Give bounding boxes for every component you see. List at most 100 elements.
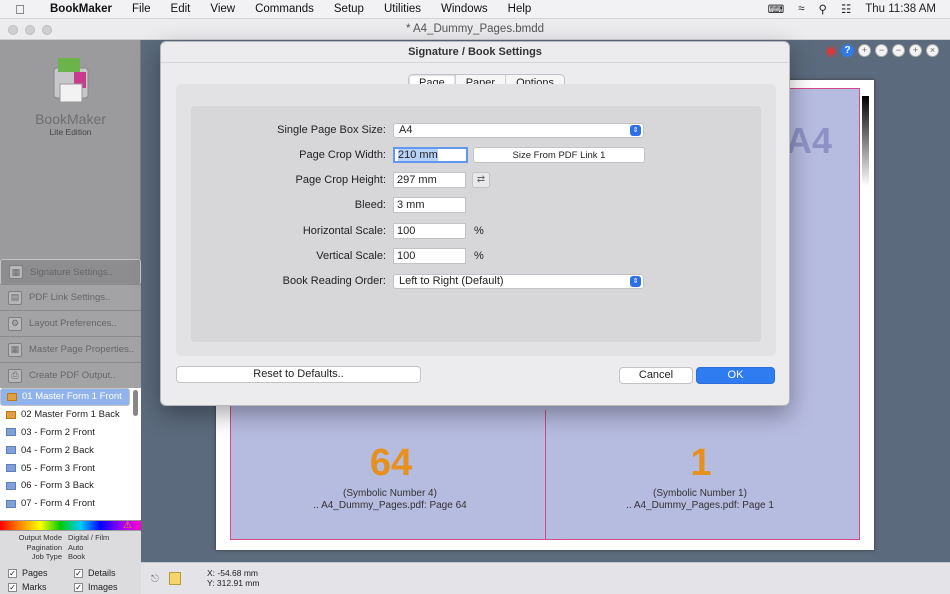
signature-settings-dialog: Signature / Book Settings Page Paper Opt… <box>160 41 790 406</box>
menu-help[interactable]: Help <box>498 3 542 15</box>
close-window-button[interactable] <box>8 25 18 35</box>
page-box-label: Single Page Box Size: <box>277 124 386 136</box>
wifi-icon[interactable]: ≈ <box>798 3 804 15</box>
menu-file[interactable]: File <box>122 3 161 15</box>
master-page-icon <box>6 410 16 419</box>
crop-height-label: Page Crop Height: <box>295 174 387 186</box>
list-item[interactable]: 02 Master Form 1 Back <box>0 406 130 424</box>
zoom-in-icon[interactable]: + <box>858 43 871 57</box>
reading-order-select[interactable]: Left to Right (Default) ⇕ <box>393 273 644 289</box>
source-left: .. A4_Dummy_Pages.pdf: Page 64 <box>313 500 467 511</box>
ok-button[interactable]: OK <box>696 367 775 384</box>
sidebar: BookMaker Lite Edition ▦ Signature Settin… <box>0 40 141 594</box>
nav-create-pdf-output[interactable]: ⎙ Create PDF Output.. <box>0 363 141 389</box>
bleed-label: Bleed: <box>354 199 386 211</box>
control-center-icon[interactable]: ☷ <box>841 2 851 16</box>
printer-icon: ⎙ <box>8 368 22 383</box>
nav-pdf-link-settings[interactable]: ▤ PDF Link Settings.. <box>0 285 141 311</box>
color-bar <box>0 521 141 530</box>
source-right: .. A4_Dummy_Pages.pdf: Page 1 <box>626 500 774 511</box>
master-page-icon: ▦ <box>8 342 22 357</box>
signature-icon: ▦ <box>9 265 23 279</box>
vertical-scale-input[interactable]: 100 <box>393 248 466 264</box>
master-page-icon <box>7 392 17 401</box>
percent-unit: % <box>474 225 484 237</box>
form-page-icon <box>6 499 16 508</box>
swap-icon[interactable]: ⇄ <box>472 172 490 188</box>
horizontal-scale-label: Horizontal Scale: <box>302 225 386 237</box>
lock-icon[interactable]: ⎋ <box>151 574 159 585</box>
window-title: * A4_Dummy_Pages.bmdd <box>405 23 545 35</box>
cancel-button[interactable]: Cancel <box>619 367 693 384</box>
settings-group: Single Page Box Size: A4 ⇕ Page Crop Widt… <box>191 106 761 342</box>
form-page-icon <box>6 481 16 490</box>
logo-subtitle: Lite Edition <box>49 127 92 137</box>
menu-setup[interactable]: Setup <box>324 3 374 15</box>
reading-order-label: Book Reading Order: <box>282 275 386 287</box>
clock[interactable]: Thu 11:38 AM <box>865 3 936 15</box>
notes-icon[interactable] <box>169 572 181 585</box>
canvas-toolbar: ◉ ? + − − + × <box>825 43 939 57</box>
bleed-input[interactable]: 3 mm <box>393 197 466 213</box>
checkbox-images[interactable]: ✓ Images <box>74 582 140 592</box>
bookmaker-logo-icon <box>53 58 88 103</box>
menu-edit[interactable]: Edit <box>161 3 201 15</box>
page-number-left: 64 <box>369 442 413 484</box>
checkbox-details[interactable]: ✓ Details <box>74 568 140 578</box>
nav-master-page-properties[interactable]: ▦ Master Page Properties.. <box>0 337 141 363</box>
page-box-select[interactable]: A4 ⇕ <box>393 122 644 138</box>
zoom-out-icon[interactable]: − <box>875 43 888 57</box>
list-item[interactable]: 05 - Form 3 Front <box>0 459 130 477</box>
horizontal-scale-input[interactable]: 100 <box>393 223 466 239</box>
menu-utilities[interactable]: Utilities <box>374 3 431 15</box>
vertical-scale-label: Vertical Scale: <box>316 250 386 262</box>
crop-height-input[interactable]: 297 mm <box>393 172 466 188</box>
pdf-icon: ▤ <box>8 290 22 305</box>
menu-windows[interactable]: Windows <box>431 3 498 15</box>
form-page-icon <box>6 446 16 455</box>
check-icon: ✓ <box>8 582 17 592</box>
nav-signature-settings[interactable]: ▦ Signature Settings.. <box>0 259 141 285</box>
list-item[interactable]: 06 - Form 3 Back <box>0 477 130 495</box>
zoom-window-button[interactable] <box>42 25 52 35</box>
size-from-pdf-button[interactable]: Size From PDF Link 1 <box>473 147 645 163</box>
close-icon[interactable]: × <box>926 43 939 57</box>
page-list-scrollbar[interactable] <box>133 390 138 416</box>
page-size-label: A4 <box>786 120 833 161</box>
zoom-actual-icon[interactable]: + <box>909 43 922 57</box>
list-item[interactable]: 07 - Form 4 Front <box>0 495 130 513</box>
help-icon[interactable]: ? <box>841 43 854 57</box>
check-icon: ✓ <box>74 582 83 592</box>
display-checks: ✓ Pages ✓ Details ✓ Marks ✓ Images <box>0 564 141 594</box>
chevron-updown-icon: ⇕ <box>630 275 641 287</box>
reset-defaults-button[interactable]: Reset to Defaults.. <box>176 366 421 383</box>
list-item[interactable]: 01 Master Form 1 Front <box>0 388 130 406</box>
page-divider <box>545 410 546 540</box>
minimize-window-button[interactable] <box>25 25 35 35</box>
apple-icon[interactable]:  <box>0 2 40 17</box>
list-item[interactable]: 03 - Form 2 Front <box>0 424 130 442</box>
gear-icon: ⚙ <box>8 316 22 331</box>
sidebar-nav: ▦ Signature Settings.. ▤ PDF Link Settings… <box>0 259 141 389</box>
search-icon[interactable]: ⚲ <box>819 2 827 16</box>
symbolic-number-left: (Symbolic Number 4) <box>343 488 437 499</box>
warning-icon[interactable]: ⚠ <box>123 520 132 531</box>
form-page-icon <box>6 464 16 473</box>
status-bar: ⎋ X: -54.68 mm Y: 312.91 mm <box>141 562 950 594</box>
logo-title: BookMaker <box>35 111 106 127</box>
menu-app[interactable]: BookMaker <box>40 3 122 15</box>
list-item[interactable]: 04 - Form 2 Back <box>0 441 130 459</box>
grayscale-bar <box>862 96 869 186</box>
zoom-fit-icon[interactable]: − <box>892 43 905 57</box>
location-pin-icon[interactable]: ◉ <box>825 43 837 57</box>
keyboard-icon[interactable]: ⌨ <box>768 2 785 16</box>
check-icon: ✓ <box>74 568 83 578</box>
nav-layout-preferences[interactable]: ⚙ Layout Preferences.. <box>0 311 141 337</box>
menu-commands[interactable]: Commands <box>245 3 324 15</box>
menu-view[interactable]: View <box>200 3 245 15</box>
page-number-right: 1 <box>690 442 712 484</box>
checkbox-marks[interactable]: ✓ Marks <box>8 582 74 592</box>
app-logo: BookMaker Lite Edition <box>0 54 141 137</box>
crop-width-input[interactable]: 210 mm <box>393 147 468 163</box>
checkbox-pages[interactable]: ✓ Pages <box>8 568 74 578</box>
